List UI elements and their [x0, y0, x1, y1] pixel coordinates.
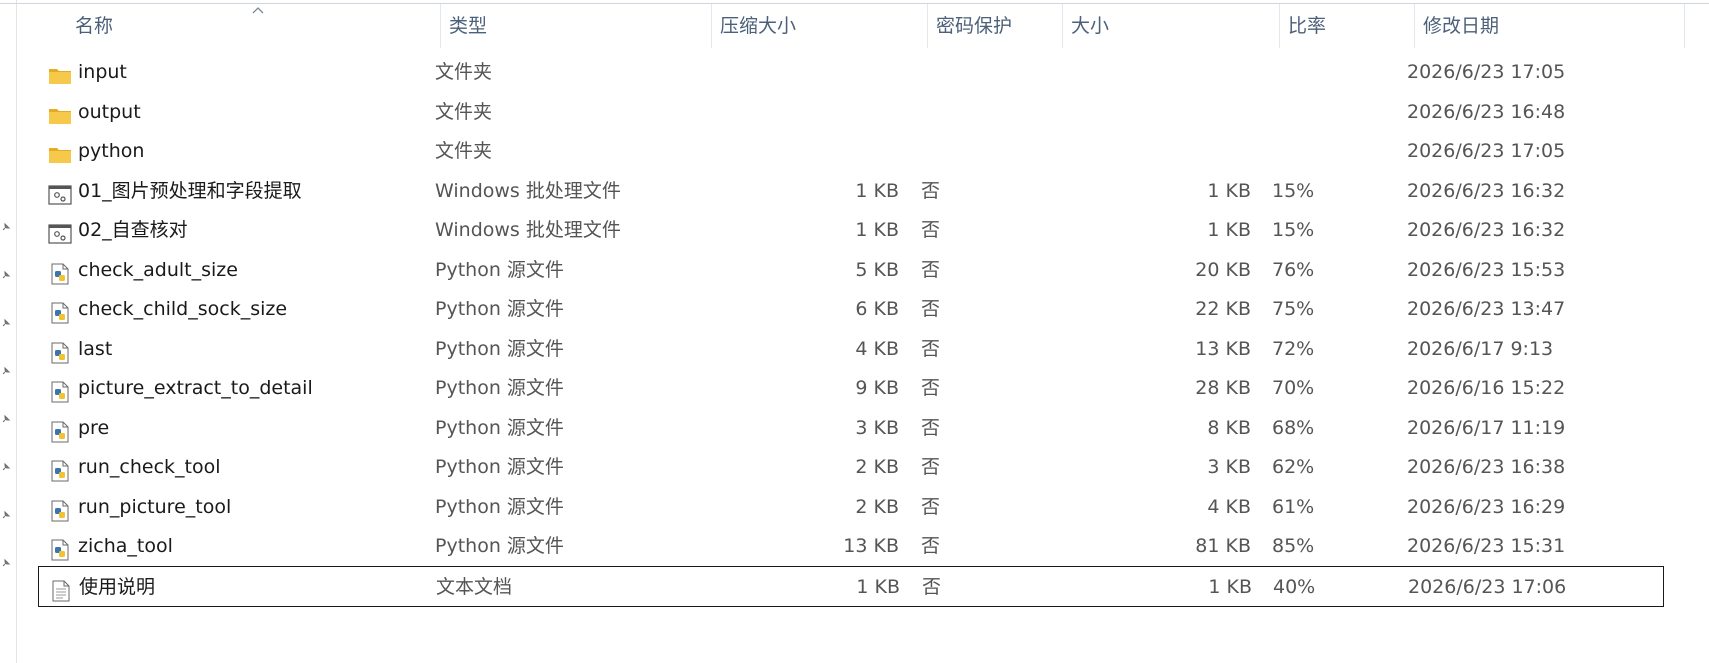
file-size: 1 KB — [1208, 575, 1252, 598]
table-row[interactable]: 01_图片预处理和字段提取 Windows 批处理文件 1 KB 否 1 KB 15% 20… — [38, 171, 1664, 212]
pin-icon[interactable] — [1, 462, 11, 472]
table-row[interactable]: 02_自查核对 Windows 批处理文件 1 KB 否 1 KB 15% 2026/6/2… — [38, 210, 1664, 251]
compression-ratio: 15% — [1272, 179, 1315, 202]
table-row[interactable]: run_picture_tool Python 源文件 2 KB 否 4 KB 61% 20… — [38, 487, 1664, 528]
pin-icon[interactable] — [1, 510, 11, 520]
table-row[interactable]: 使用说明 文本文档 1 KB 否 1 KB 40% 2026/6/23 17:06 — [38, 565, 1664, 607]
compression-ratio: 85% — [1272, 535, 1315, 557]
modified-date: 2026/6/23 17:05 — [1407, 140, 1566, 162]
table-row[interactable]: python 文件夹 2026/6/23 17:05 — [38, 131, 1664, 172]
compression-ratio: 68% — [1272, 416, 1315, 439]
file-size: 3 KB — [1207, 456, 1251, 478]
file-size: 28 KB — [1195, 377, 1251, 399]
modified-date: 2026/6/16 15:22 — [1407, 377, 1566, 399]
modified-date: 2026/6/17 9:13 — [1407, 337, 1554, 360]
modified-date: 2026/6/23 16:48 — [1407, 100, 1566, 123]
column-header-row: 名称 类型 压缩大小 密码保护 大小 比率 修改日期 — [17, 4, 1709, 48]
file-size — [38, 92, 1251, 133]
pin-icon[interactable] — [1, 318, 11, 328]
pin-icon[interactable] — [1, 222, 11, 232]
modified-date: 2026/6/23 17:05 — [1407, 61, 1566, 83]
compression-ratio: 61% — [1272, 495, 1315, 518]
compression-ratio: 72% — [1272, 337, 1315, 360]
table-row[interactable]: output 文件夹 2026/6/23 16:48 — [38, 92, 1664, 133]
modified-date: 2026/6/23 13:47 — [1407, 298, 1566, 320]
file-size: 1 KB — [1207, 179, 1251, 202]
modified-date: 2026/6/23 16:38 — [1407, 456, 1566, 478]
table-row[interactable]: input 文件夹 2026/6/23 17:05 — [38, 52, 1664, 93]
pin-icon[interactable] — [1, 558, 11, 568]
compression-ratio: 76% — [1272, 258, 1315, 281]
file-size — [38, 52, 1251, 93]
column-header-type[interactable]: 类型 — [441, 4, 712, 48]
compression-ratio: 15% — [1272, 219, 1315, 241]
compression-ratio: 75% — [1272, 298, 1315, 320]
pin-icon[interactable] — [1, 366, 11, 376]
compression-ratio: 62% — [1272, 456, 1315, 478]
file-size — [38, 131, 1251, 172]
table-row[interactable]: last Python 源文件 4 KB 否 13 KB 72% 2026/6/17 9:1… — [38, 329, 1664, 370]
file-size: 22 KB — [1195, 298, 1251, 320]
table-row[interactable]: check_child_sock_size Python 源文件 6 KB 否 22 K… — [38, 289, 1664, 330]
column-header-compressed-size[interactable]: 压缩大小 — [712, 4, 928, 48]
table-row[interactable]: check_adult_size Python 源文件 5 KB 否 20 KB 76% 2… — [38, 250, 1664, 291]
column-header-name[interactable]: 名称 — [67, 4, 441, 48]
file-size: 4 KB — [1207, 495, 1251, 518]
table-row[interactable]: pre Python 源文件 3 KB 否 8 KB 68% 2026/6/17 11:19 — [38, 408, 1664, 449]
pin-icon[interactable] — [1, 270, 11, 280]
table-row[interactable]: run_check_tool Python 源文件 2 KB 否 3 KB 62% 2026… — [38, 447, 1664, 488]
column-header-size[interactable]: 大小 — [1063, 4, 1280, 48]
modified-date: 2026/6/23 16:29 — [1407, 495, 1566, 518]
file-size: 20 KB — [1195, 258, 1251, 281]
file-size: 81 KB — [1195, 535, 1251, 557]
modified-date: 2026/6/23 15:31 — [1407, 535, 1566, 557]
pin-icon[interactable] — [1, 414, 11, 424]
compression-ratio: 70% — [1272, 377, 1315, 399]
navigation-pane-edge — [0, 0, 17, 663]
table-row[interactable]: picture_extract_to_detail Python 源文件 9 KB 否… — [38, 368, 1664, 409]
column-header-password[interactable]: 密码保护 — [928, 4, 1063, 48]
column-header-modified[interactable]: 修改日期 — [1415, 4, 1685, 48]
column-header-ratio[interactable]: 比率 — [1280, 4, 1415, 48]
table-row[interactable]: zicha_tool Python 源文件 13 KB 否 81 KB 85% 2026/6… — [38, 526, 1664, 567]
modified-date: 2026/6/23 16:32 — [1407, 219, 1566, 241]
modified-date: 2026/6/23 15:53 — [1407, 258, 1566, 281]
file-size: 8 KB — [1207, 416, 1251, 439]
modified-date: 2026/6/17 11:19 — [1407, 416, 1566, 439]
file-size: 13 KB — [1195, 337, 1251, 360]
modified-date: 2026/6/23 17:06 — [1408, 575, 1567, 598]
modified-date: 2026/6/23 16:32 — [1407, 179, 1566, 202]
file-size: 1 KB — [1207, 219, 1251, 241]
compression-ratio: 40% — [1273, 575, 1316, 598]
